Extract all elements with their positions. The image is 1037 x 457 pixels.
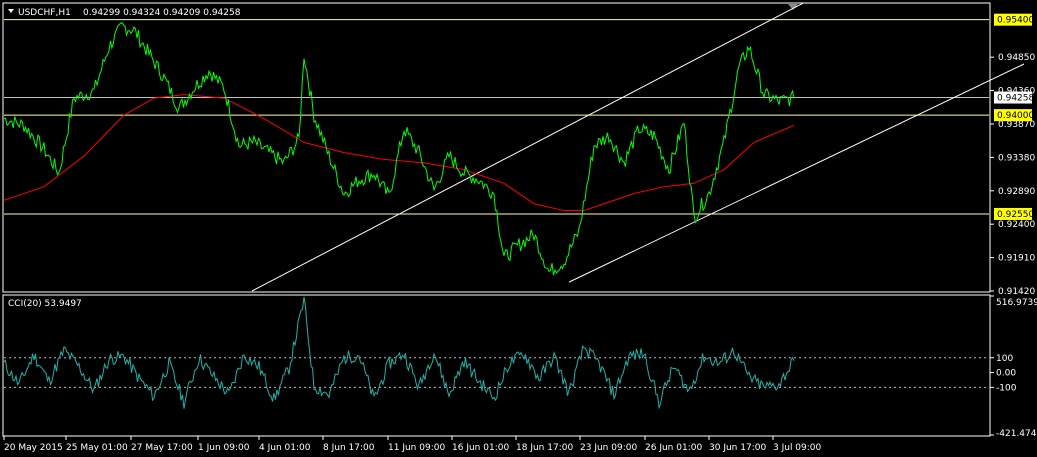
cci-line <box>3 296 795 410</box>
time-axis: 20 May 2015 25 May 01:00 27 May 17:00 1 Jun… <box>3 436 822 453</box>
time-tick-label: 18 Jun 17:00 <box>516 443 573 453</box>
time-tick-label: 20 May 2015 <box>4 443 63 453</box>
level-tag-label: 0.95400 <box>997 16 1034 26</box>
price-tick-label: 0.93380 <box>998 153 1035 163</box>
time-tick-label: 27 May 17:00 <box>131 443 193 453</box>
price-axis: 0.948500.943600.938700.933800.928900.924… <box>990 53 1035 297</box>
time-tick-label: 1 Jun 09:00 <box>198 443 250 453</box>
price-line <box>3 22 795 276</box>
time-tick-label: 26 Jun 01:00 <box>645 443 702 453</box>
price-tick-label: 0.92890 <box>998 187 1035 197</box>
chart-canvas[interactable]: USDCHF,H1 0.94299 0.94324 0.94209 0.9425… <box>0 0 1037 457</box>
channel-line[interactable] <box>251 2 805 292</box>
time-tick-label: 11 Jun 09:00 <box>388 443 445 453</box>
time-tick-label: 25 May 01:00 <box>66 443 128 453</box>
time-tick-label: 4 Jun 01:00 <box>259 443 311 453</box>
cci-axis: 516.9739 100 0.00 -100 -421.4741 <box>990 295 1037 439</box>
triangle-down-icon[interactable] <box>8 9 14 13</box>
indicator-plot-border <box>2 294 991 437</box>
symbol-label: USDCHF,H1 <box>18 8 71 18</box>
cci-tick-label: -100 <box>996 383 1017 393</box>
time-tick-label: 30 Jun 17:00 <box>709 443 766 453</box>
cci-levels <box>4 357 989 388</box>
price-tick-label: 0.91910 <box>998 254 1035 264</box>
cci-header-label: CCI(20) 53.9497 <box>8 299 82 309</box>
price-tick-label: 0.92400 <box>998 220 1035 230</box>
cci-series <box>3 296 795 410</box>
ohlc-label: 0.94299 0.94324 0.94209 0.94258 <box>83 8 241 18</box>
price-tick-label: 0.91420 <box>998 287 1035 297</box>
channel-line[interactable] <box>568 63 1025 283</box>
channel-lines[interactable] <box>251 2 1025 292</box>
price-tick-label: 0.93870 <box>998 120 1035 130</box>
level-tag-label: 0.94000 <box>997 111 1034 121</box>
level-lines <box>4 19 989 215</box>
price-tick-label: 0.94850 <box>998 53 1035 63</box>
time-tick-label: 3 Jul 09:00 <box>773 443 822 453</box>
time-tick-label: 8 Jun 17:00 <box>323 443 375 453</box>
time-tick-label: 16 Jun 01:00 <box>452 443 509 453</box>
level-tag-label: 0.92550 <box>997 210 1034 220</box>
time-tick-label: 23 Jun 09:00 <box>580 443 637 453</box>
cci-tick-label: 0.00 <box>996 369 1016 379</box>
cci-tick-label: -421.4741 <box>996 429 1037 439</box>
current-price-tag-label: 0.94258 <box>997 94 1034 104</box>
cci-tick-label: 100 <box>996 354 1013 364</box>
cci-tick-label: 516.9739 <box>996 298 1037 308</box>
price-series <box>3 22 795 276</box>
main-plot-border <box>2 2 991 293</box>
